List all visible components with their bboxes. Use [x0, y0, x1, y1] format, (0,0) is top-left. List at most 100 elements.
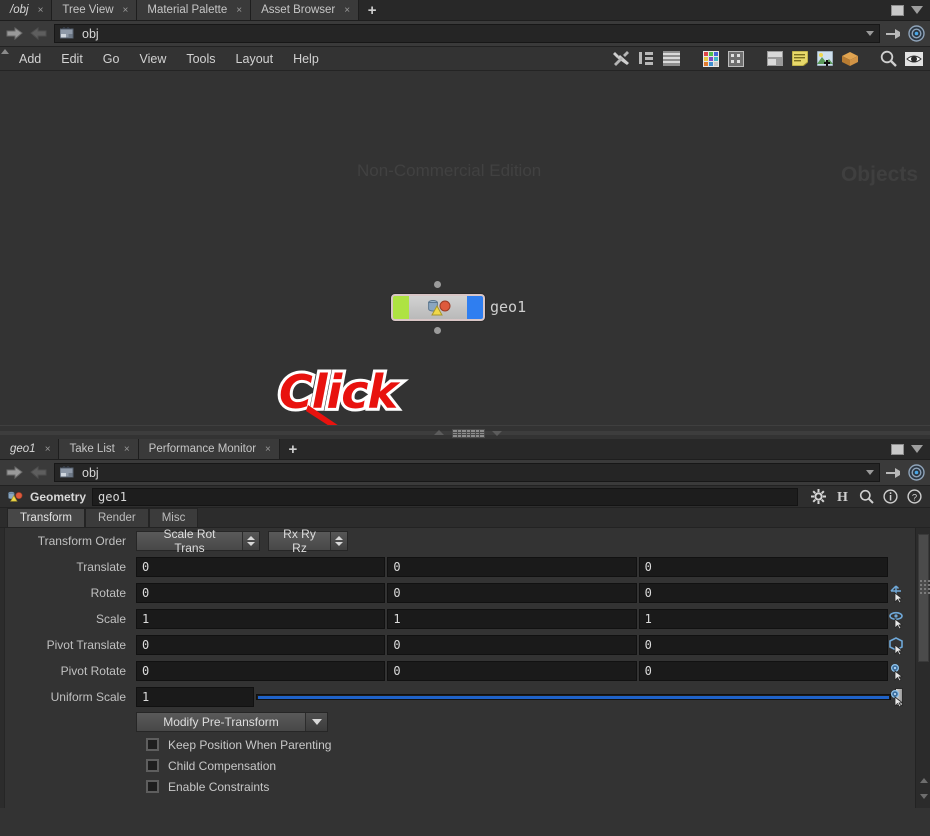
tab-close-icon[interactable]: ×	[38, 5, 44, 16]
tab-close-icon[interactable]: ×	[344, 5, 350, 16]
tab-close-icon[interactable]: ×	[45, 444, 51, 455]
forward-arrow-icon[interactable]	[28, 463, 50, 483]
uniform-scale-slider[interactable]	[256, 687, 903, 707]
node-name-field[interactable]: geo1	[92, 487, 798, 506]
back-arrow-icon[interactable]	[4, 24, 26, 44]
back-arrow-icon[interactable]	[4, 463, 26, 483]
tab-render[interactable]: Render	[84, 508, 149, 527]
chevron-down-icon[interactable]	[305, 713, 327, 731]
tab-obj[interactable]: /obj ×	[0, 0, 53, 20]
pivot-rotate-x-input[interactable]: 0	[136, 661, 386, 681]
tab-misc[interactable]: Misc	[148, 508, 199, 527]
pane-splitter[interactable]	[0, 425, 930, 439]
tools-icon[interactable]	[609, 47, 634, 71]
pin-path-icon[interactable]	[882, 24, 904, 44]
maximize-pane-button[interactable]	[891, 4, 904, 16]
pin-path-icon[interactable]	[882, 463, 904, 483]
row-keep-position[interactable]: Keep Position When Parenting	[0, 734, 930, 755]
box-icon[interactable]	[837, 47, 862, 71]
menu-layout[interactable]: Layout	[226, 47, 284, 71]
notes-icon[interactable]	[787, 47, 812, 71]
menu-go[interactable]: Go	[93, 47, 130, 71]
rotate-z-input[interactable]: 0	[638, 583, 888, 603]
row-enable-constraints[interactable]: Enable Constraints	[0, 776, 930, 797]
search-icon[interactable]	[876, 47, 901, 71]
child-compensation-checkbox[interactable]	[146, 759, 159, 772]
menu-view[interactable]: View	[129, 47, 176, 71]
parameter-scrollbar[interactable]	[915, 528, 930, 808]
path-dropdown-icon[interactable]	[866, 470, 874, 475]
eye-icon[interactable]	[901, 47, 926, 71]
parameter-path-field[interactable]: obj	[54, 463, 880, 482]
houdini-h-icon[interactable]: H	[831, 487, 853, 507]
tab-close-icon[interactable]: ×	[236, 5, 242, 16]
scroll-up-arrow-icon[interactable]	[918, 774, 929, 786]
translate-z-input[interactable]: 0	[638, 557, 888, 577]
scale-y-input[interactable]: 1	[387, 609, 637, 629]
pivot-translate-handle-icon[interactable]	[886, 658, 908, 684]
geometry-type-icon[interactable]	[5, 489, 24, 504]
add-tab-button[interactable]: +	[359, 0, 386, 20]
node-body[interactable]	[391, 294, 485, 321]
tab-close-icon[interactable]: ×	[123, 5, 129, 16]
scroll-down-arrow-icon[interactable]	[918, 790, 929, 802]
target-node-icon[interactable]	[906, 24, 926, 44]
srt-order-menu[interactable]: Scale Rot Trans	[136, 527, 260, 555]
enable-constraints-checkbox[interactable]	[146, 780, 159, 793]
rotate-handle-icon[interactable]	[886, 606, 908, 632]
rotate-x-input[interactable]: 0	[136, 583, 386, 603]
node-display-flag[interactable]	[393, 296, 409, 319]
menu-edit[interactable]: Edit	[51, 47, 93, 71]
node-render-flag[interactable]	[467, 296, 483, 319]
tab-take-list[interactable]: Take List ×	[59, 439, 139, 459]
help-icon[interactable]: ?	[903, 487, 925, 507]
network-tree-icon[interactable]	[634, 47, 659, 71]
srt-order-spinner[interactable]	[242, 532, 259, 550]
tab-transform[interactable]: Transform	[7, 508, 85, 527]
target-node-icon[interactable]	[906, 463, 926, 483]
add-tab-button[interactable]: +	[279, 439, 306, 459]
menu-grip-icon[interactable]	[0, 47, 9, 70]
network-path-field[interactable]: obj	[54, 24, 880, 43]
scale-z-input[interactable]: 1	[638, 609, 888, 629]
tab-performance-monitor[interactable]: Performance Monitor ×	[138, 439, 280, 459]
tab-close-icon[interactable]: ×	[124, 444, 130, 455]
rotate-y-input[interactable]: 0	[387, 583, 637, 603]
tab-tree-view[interactable]: Tree View ×	[52, 0, 138, 20]
translate-y-input[interactable]: 0	[387, 557, 637, 577]
forward-arrow-icon[interactable]	[28, 24, 50, 44]
uniform-scale-input[interactable]: 1	[136, 687, 254, 707]
pivot-translate-z-input[interactable]: 0	[638, 635, 888, 655]
node-output-connector[interactable]	[434, 327, 441, 334]
scrollbar-thumb[interactable]	[918, 534, 929, 662]
tab-material-palette[interactable]: Material Palette ×	[137, 0, 252, 20]
grid-dots-icon[interactable]	[723, 47, 748, 71]
tab-close-icon[interactable]: ×	[265, 444, 271, 455]
modify-pre-transform-menu[interactable]: Modify Pre-Transform	[136, 712, 328, 732]
info-icon[interactable]	[879, 487, 901, 507]
path-dropdown-icon[interactable]	[866, 31, 874, 36]
menu-tools[interactable]: Tools	[176, 47, 225, 71]
splitter-collapse-down-icon[interactable]	[492, 431, 502, 436]
image-add-icon[interactable]	[812, 47, 837, 71]
node-center[interactable]	[409, 296, 467, 319]
node-input-connector[interactable]	[434, 281, 441, 288]
translate-handle-icon[interactable]	[886, 580, 908, 606]
row-child-compensation[interactable]: Child Compensation	[0, 755, 930, 776]
pivot-translate-x-input[interactable]: 0	[136, 635, 386, 655]
rotate-order-menu[interactable]: Rx Ry Rz	[268, 527, 348, 555]
color-palette-icon[interactable]	[698, 47, 723, 71]
pivot-rotate-y-input[interactable]: 0	[387, 661, 637, 681]
pivot-translate-y-input[interactable]: 0	[387, 635, 637, 655]
pivot-rotate-handle-icon[interactable]	[886, 684, 908, 710]
scale-x-input[interactable]: 1	[136, 609, 386, 629]
tab-asset-browser[interactable]: Asset Browser ×	[251, 0, 360, 20]
keep-position-checkbox[interactable]	[146, 738, 159, 751]
maximize-pane-button[interactable]	[891, 443, 904, 455]
layout-panes-icon[interactable]	[762, 47, 787, 71]
translate-x-input[interactable]: 0	[136, 557, 386, 577]
list-icon[interactable]	[659, 47, 684, 71]
network-editor-canvas[interactable]: Non-Commercial Edition Objects geo1 Clic…	[0, 71, 930, 425]
search-icon[interactable]	[855, 487, 877, 507]
tab-geo1-params[interactable]: geo1 ×	[0, 439, 60, 459]
